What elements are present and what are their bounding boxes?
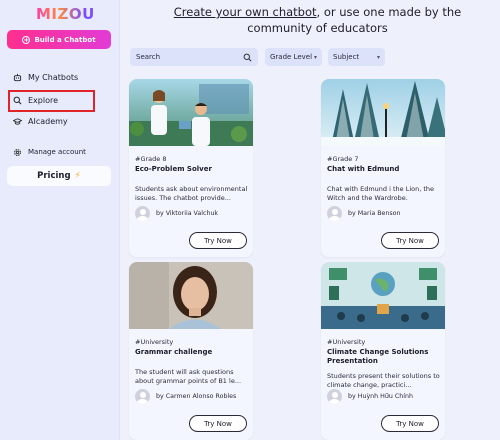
pricing-label: Pricing bbox=[37, 171, 71, 181]
card-image-climate-presentation bbox=[321, 262, 445, 329]
try-now-button[interactable]: Try Now bbox=[381, 415, 439, 432]
card-author: by Viktoriia Valchuk bbox=[135, 206, 218, 221]
chatbot-card-grammar-challenge[interactable]: #University Grammar challenge The studen… bbox=[129, 262, 253, 440]
avatar bbox=[135, 206, 150, 221]
card-image-portrait bbox=[129, 262, 253, 329]
card-author-name: by Maria Benson bbox=[348, 210, 401, 217]
sidebar-item-label: Explore bbox=[28, 95, 59, 105]
card-author-name: by Viktoriia Valchuk bbox=[156, 210, 219, 217]
card-author: by Carmen Alonso Robles bbox=[135, 389, 236, 404]
sidebar-item-explore[interactable]: Explore bbox=[13, 93, 58, 107]
card-title: Chat with Edmund bbox=[327, 165, 400, 173]
sidebar-item-my-chatbots[interactable]: My Chatbots bbox=[13, 70, 78, 84]
try-now-button[interactable]: Try Now bbox=[189, 232, 247, 249]
card-title: Climate Change Solutions Presentation bbox=[327, 348, 429, 365]
card-description: Chat with Edmund i the Lion, the Witch a… bbox=[327, 185, 435, 202]
card-description: The student will ask questions about gra… bbox=[135, 368, 242, 385]
sidebar-item-manage-account[interactable]: Manage account bbox=[13, 145, 86, 159]
sidebar-item-aicademy[interactable]: AIcademy bbox=[13, 114, 68, 128]
try-now-button[interactable]: Try Now bbox=[189, 415, 247, 432]
search-placeholder: Search bbox=[136, 53, 161, 61]
card-image-scientists bbox=[129, 79, 253, 146]
card-grade-tag: #University bbox=[135, 338, 174, 346]
search-icon bbox=[243, 53, 252, 61]
card-grade-tag: #Grade 7 bbox=[327, 155, 359, 163]
search-input[interactable]: Search bbox=[130, 48, 258, 66]
robot-icon bbox=[13, 73, 22, 81]
page-title: Create your own chatbot, or use one made… bbox=[140, 4, 495, 36]
lightning-icon: ⚡ bbox=[74, 171, 81, 181]
card-image-snowy-forest bbox=[321, 79, 445, 146]
search-icon bbox=[13, 96, 22, 104]
chatbot-card-climate-change[interactable]: #University Climate Change Solutions Pre… bbox=[321, 262, 445, 440]
grade-level-select[interactable]: Grade Level ▾ bbox=[265, 48, 322, 66]
card-description: Students ask about environmental issues.… bbox=[135, 185, 248, 202]
subject-label: Subject bbox=[333, 53, 360, 61]
chevron-down-icon: ▾ bbox=[313, 53, 317, 61]
app-logo[interactable]: MIZOU bbox=[36, 5, 95, 23]
avatar bbox=[327, 389, 342, 404]
card-grade-tag: #University bbox=[327, 338, 366, 346]
plus-icon: + bbox=[22, 35, 31, 44]
card-author-name: by Carmen Alonso Robles bbox=[156, 393, 237, 400]
sidebar: MIZOU + Build a Chatbot My Chatbots Expl… bbox=[0, 0, 120, 440]
build-chatbot-label: Build a Chatbot bbox=[34, 35, 96, 44]
try-now-button[interactable]: Try Now bbox=[381, 232, 439, 249]
card-author: by Huỳnh Hữu Chính bbox=[327, 389, 413, 404]
card-description: Students present their solutions to clim… bbox=[327, 372, 440, 389]
card-grade-tag: #Grade 8 bbox=[135, 155, 167, 163]
chatbot-card-eco-problem-solver[interactable]: #Grade 8 Eco-Problem Solver Students ask… bbox=[129, 79, 253, 257]
pricing-button[interactable]: Pricing ⚡ bbox=[7, 166, 111, 186]
grade-level-label: Grade Level bbox=[270, 53, 313, 61]
card-title: Eco-Problem Solver bbox=[135, 165, 212, 173]
sidebar-item-label: My Chatbots bbox=[28, 72, 79, 82]
subject-select[interactable]: Subject ▾ bbox=[328, 48, 385, 66]
build-chatbot-button[interactable]: + Build a Chatbot bbox=[7, 30, 111, 49]
sidebar-item-label: Manage account bbox=[28, 148, 86, 156]
sidebar-item-label: AIcademy bbox=[28, 116, 68, 126]
create-chatbot-link[interactable]: Create your own chatbot bbox=[174, 5, 317, 19]
chatbot-card-chat-with-edmund[interactable]: #Grade 7 Chat with Edmund Chat with Edmu… bbox=[321, 79, 445, 257]
card-title: Grammar challenge bbox=[135, 348, 213, 356]
gear-icon bbox=[14, 148, 21, 156]
card-author: by Maria Benson bbox=[327, 206, 401, 221]
avatar bbox=[327, 206, 342, 221]
graduation-cap-icon bbox=[13, 117, 22, 125]
avatar bbox=[135, 389, 150, 404]
chevron-down-icon: ▾ bbox=[376, 53, 380, 61]
card-author-name: by Huỳnh Hữu Chính bbox=[348, 393, 413, 400]
